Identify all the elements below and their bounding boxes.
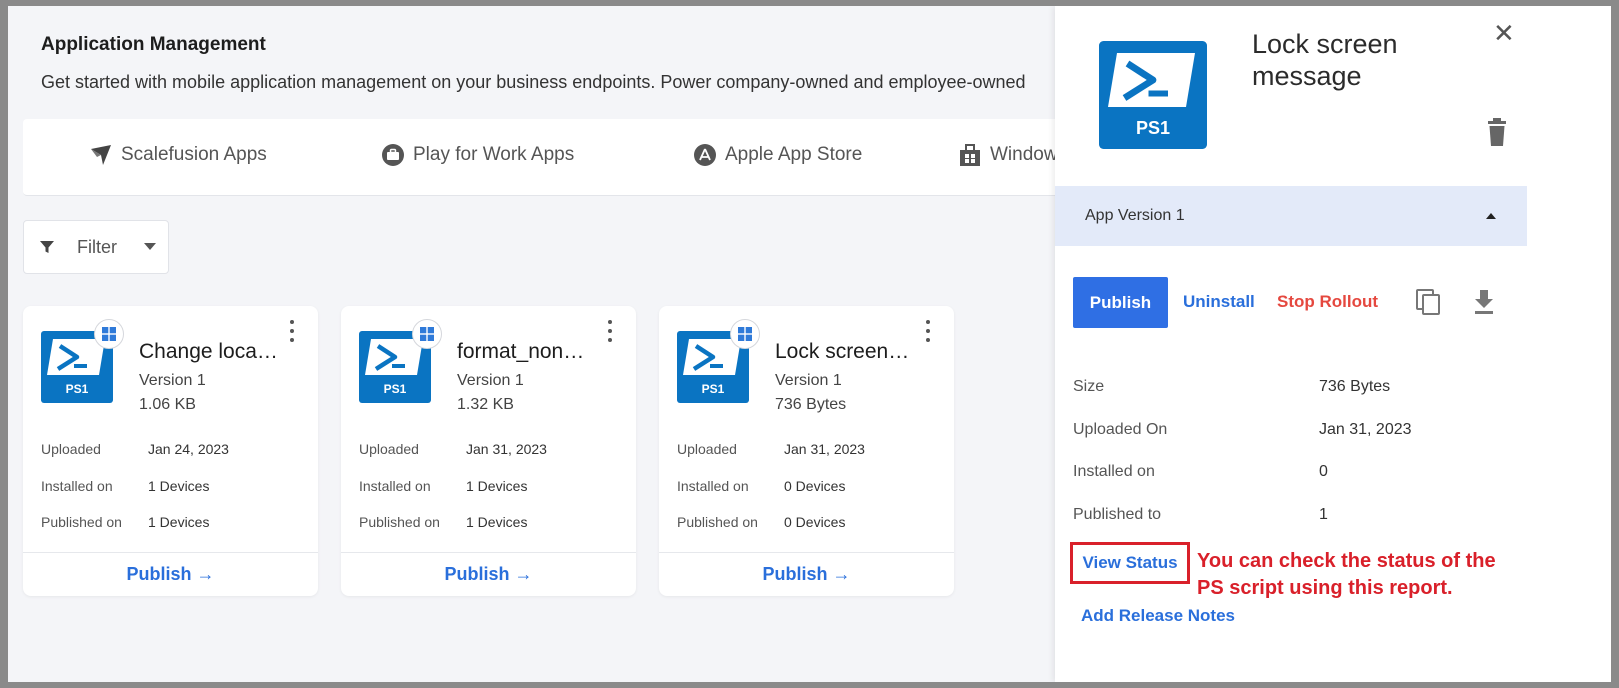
card-publish-button[interactable]: Publish → <box>659 564 954 585</box>
store-tabs: Scalefusion Apps Play for Work Apps Appl… <box>23 119 1093 196</box>
published-label: Published on <box>677 514 758 530</box>
card-publish-button[interactable]: Publish → <box>23 564 318 585</box>
installed-value: 1 Devices <box>466 478 528 494</box>
app-version: Version 1 <box>139 372 206 389</box>
view-status-button[interactable]: View Status <box>1070 542 1190 584</box>
published-label: Published on <box>41 514 122 530</box>
installed-on-label: Installed on <box>1073 463 1155 480</box>
published-label: Published on <box>359 514 440 530</box>
card-publish-button[interactable]: Publish → <box>341 564 636 585</box>
published-to-value: 1 <box>1319 506 1328 523</box>
tab-label: Window <box>990 144 1058 165</box>
uploaded-label: Uploaded <box>41 441 101 457</box>
published-to-label: Published to <box>1073 506 1162 523</box>
installed-label: Installed on <box>41 478 113 494</box>
svg-text:PS1: PS1 <box>1136 118 1170 138</box>
published-value: 1 Devices <box>466 514 528 530</box>
app-card[interactable]: PS1 format_non… Version 1 1.32 KB Upload… <box>341 306 636 596</box>
download-icon[interactable] <box>1472 288 1496 316</box>
card-divider <box>659 552 954 553</box>
svg-text:PS1: PS1 <box>66 382 89 396</box>
copy-icon[interactable] <box>1415 288 1443 316</box>
chevron-up-icon <box>1486 213 1496 219</box>
more-options-icon[interactable] <box>606 320 614 342</box>
installed-on-value: 0 <box>1319 463 1328 480</box>
app-details-panel: PS1 Lock screen message ✕ App Version 1 … <box>1055 6 1611 682</box>
app-card[interactable]: PS1 Change loca… Version 1 1.06 KB Uploa… <box>23 306 318 596</box>
svg-text:PS1: PS1 <box>702 382 725 396</box>
app-size: 1.32 KB <box>457 396 514 413</box>
annotation-callout: You can check the status of the PS scrip… <box>1197 550 1496 599</box>
uploaded-on-value: Jan 31, 2023 <box>1319 421 1412 438</box>
main-content: Application Management Get started with … <box>8 6 1093 682</box>
version-label: App Version 1 <box>1085 207 1185 224</box>
add-release-notes-link[interactable]: Add Release Notes <box>1081 606 1235 626</box>
svg-text:PS1: PS1 <box>384 382 407 396</box>
size-value: 736 Bytes <box>1319 378 1391 395</box>
uninstall-button[interactable]: Uninstall <box>1183 292 1255 312</box>
uploaded-on-label: Uploaded On <box>1073 421 1168 438</box>
card-divider <box>341 552 636 553</box>
app-store-icon <box>694 144 716 166</box>
filter-icon <box>40 241 54 253</box>
app-title: Lock screen … <box>775 340 915 363</box>
size-label: Size <box>1073 378 1105 395</box>
page-description: Get started with mobile application mana… <box>41 72 1026 92</box>
installed-label: Installed on <box>677 478 749 494</box>
tab-label: Play for Work Apps <box>413 144 575 165</box>
tab-windows-store[interactable]: Window <box>958 143 1058 167</box>
installed-value: 1 Devices <box>148 478 210 494</box>
page-title: Application Management <box>41 34 266 55</box>
tab-apple-app-store[interactable]: Apple App Store <box>693 143 862 167</box>
close-icon[interactable]: ✕ <box>1493 20 1515 46</box>
app-window: Application Management Get started with … <box>8 6 1611 682</box>
panel-title: Lock screen message <box>1252 29 1398 91</box>
app-version-accordion[interactable]: App Version 1 <box>1055 186 1527 246</box>
app-card[interactable]: PS1 Lock screen … Version 1 736 Bytes Up… <box>659 306 954 596</box>
windows-badge-icon <box>412 319 442 349</box>
windows-badge-icon <box>94 319 124 349</box>
uploaded-value: Jan 24, 2023 <box>148 441 229 457</box>
installed-label: Installed on <box>359 478 431 494</box>
uploaded-label: Uploaded <box>677 441 737 457</box>
app-version: Version 1 <box>457 372 524 389</box>
uploaded-label: Uploaded <box>359 441 419 457</box>
app-title: format_non… <box>457 340 585 363</box>
stop-rollout-button[interactable]: Stop Rollout <box>1277 292 1378 312</box>
uploaded-value: Jan 31, 2023 <box>466 441 547 457</box>
app-size: 736 Bytes <box>775 396 847 413</box>
briefcase-icon <box>382 144 404 166</box>
windows-store-icon <box>960 144 980 166</box>
publish-button[interactable]: Publish <box>1073 277 1168 328</box>
windows-badge-icon <box>730 319 760 349</box>
app-version: Version 1 <box>775 372 842 389</box>
app-title: Change loca… <box>139 340 278 363</box>
scalefusion-icon <box>91 145 111 165</box>
card-divider <box>23 552 318 553</box>
app-size: 1.06 KB <box>139 396 196 413</box>
more-options-icon[interactable] <box>924 320 932 342</box>
more-options-icon[interactable] <box>288 320 296 342</box>
published-value: 0 Devices <box>784 514 846 530</box>
installed-value: 0 Devices <box>784 478 846 494</box>
tab-scalefusion-apps[interactable]: Scalefusion Apps <box>89 143 267 167</box>
published-value: 1 Devices <box>148 514 210 530</box>
uploaded-value: Jan 31, 2023 <box>784 441 865 457</box>
tab-play-for-work-apps[interactable]: Play for Work Apps <box>381 143 574 167</box>
tab-label: Scalefusion Apps <box>121 144 267 165</box>
chevron-down-icon <box>144 243 156 250</box>
filter-label: Filter <box>77 236 117 257</box>
filter-dropdown[interactable]: Filter <box>23 220 169 274</box>
trash-icon[interactable] <box>1486 118 1508 146</box>
powershell-app-icon: PS1 <box>1099 41 1207 149</box>
tab-label: Apple App Store <box>725 144 863 165</box>
